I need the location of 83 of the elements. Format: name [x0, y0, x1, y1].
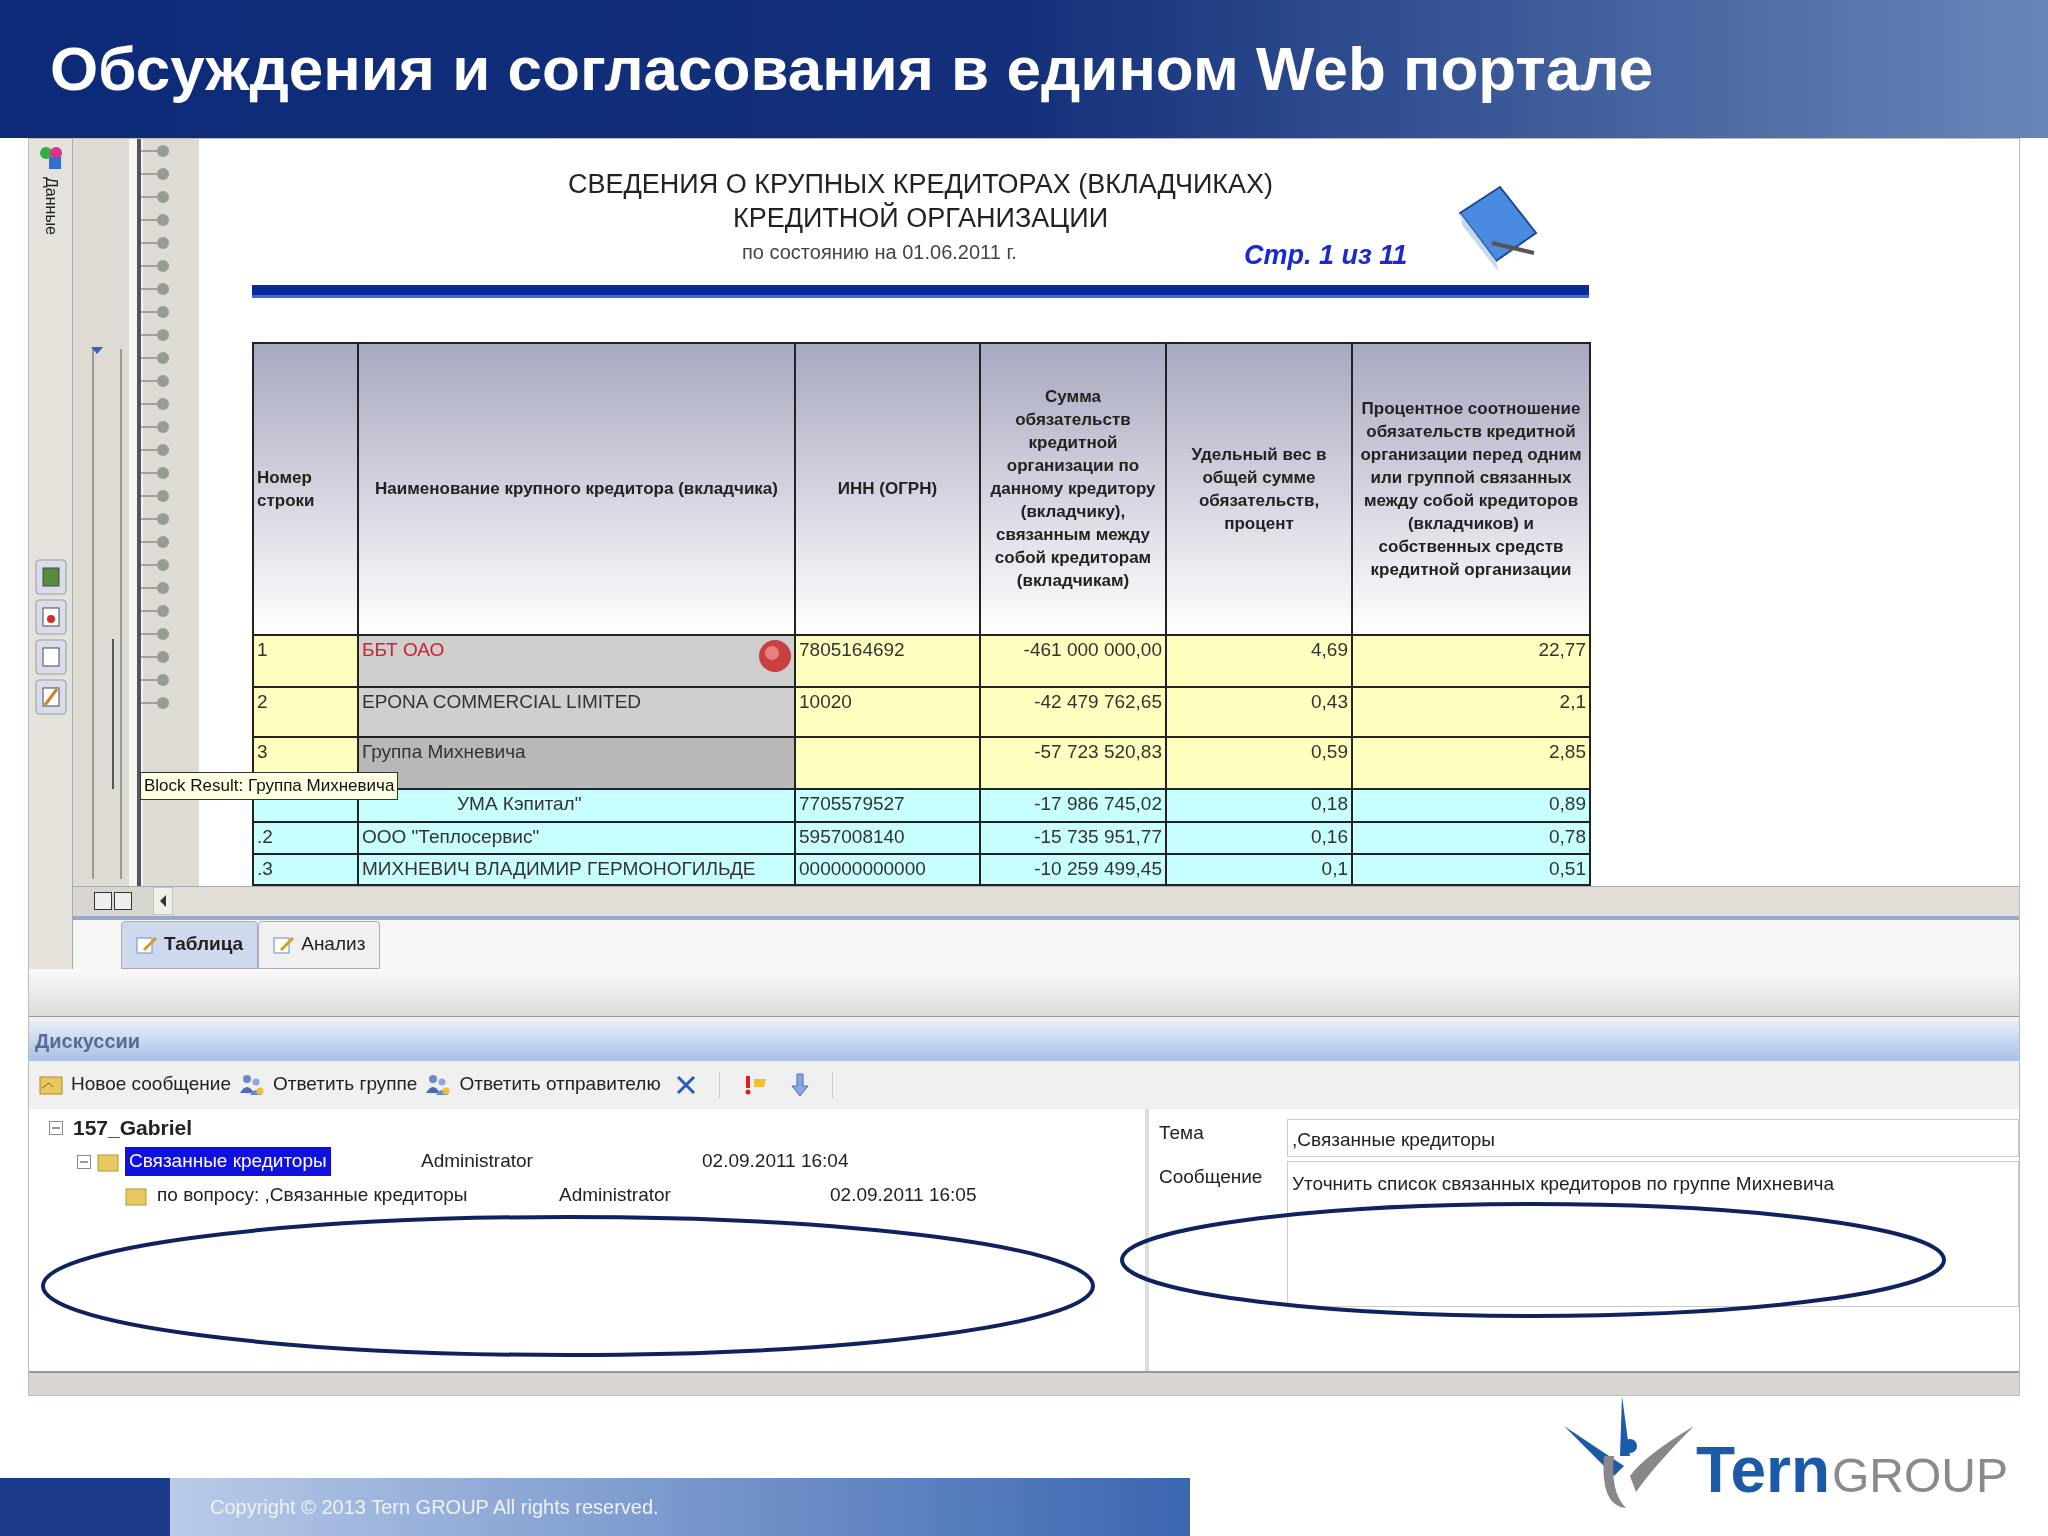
page-number: Стр. 1 из 11 [1244, 238, 1408, 272]
table-cell: 0,51 [1353, 854, 1591, 886]
table-cell: 22,77 [1353, 635, 1591, 688]
table-cell: .3 [254, 854, 359, 886]
message-field[interactable]: Уточнить список связанных кредиторов по группе Михневича [1287, 1160, 2019, 1307]
copyright-text: Copyright © 2013 Tern GROUP All rights reserved. [210, 1495, 659, 1520]
horizontal-scrollbar[interactable] [153, 886, 2019, 916]
folder-icon [125, 1185, 147, 1206]
table-cell: 0,89 [1353, 789, 1591, 823]
column-header: Сумма обязательств кредитной организации по данному кредитору (вкладчику), связанным между собой кредиторам (вкладчикам) [981, 343, 1167, 636]
table-cell: ООО "Теплосервис" [359, 822, 796, 855]
toolbar-button[interactable]: Новое сообщение [39, 1070, 231, 1099]
table-cell: 2,85 [1353, 737, 1591, 790]
arrow-down-icon[interactable] [789, 1071, 810, 1098]
envelope-icon [39, 1073, 63, 1096]
author-text: Administrator [559, 1183, 672, 1208]
collapse-icon[interactable] [49, 1120, 63, 1135]
split-button[interactable] [114, 892, 132, 911]
column-header: Номер строки [254, 343, 359, 636]
edit-icon [273, 934, 296, 955]
table-cell: 0,1 [1167, 854, 1353, 886]
edit-icon[interactable] [34, 678, 67, 715]
logo-name: Tern [1696, 1438, 1830, 1502]
table-cell: 5957008140 [796, 822, 981, 855]
folder-icon [97, 1151, 119, 1172]
table-cell: 2,1 [1353, 687, 1591, 738]
field-label: Тема [1159, 1120, 1205, 1145]
table-cell: 0,59 [1167, 737, 1353, 790]
logo-suffix: GROUP [1832, 1452, 2008, 1500]
table-cell: 0,43 [1167, 687, 1353, 738]
table-cell: -17 986 745,02 [981, 789, 1167, 823]
column-header: Наименование крупного кредитора (вкладчика) [359, 343, 796, 636]
close-icon[interactable] [674, 1073, 697, 1096]
table-cell: 4,69 [1167, 635, 1353, 688]
report-title: СВЕДЕНИЯ О КРУПНЫХ КРЕДИТОРАХ (ВКЛАДЧИКАХ) [567, 167, 1274, 201]
table-cell: -42 479 762,65 [981, 687, 1167, 738]
document-icon[interactable] [34, 598, 67, 635]
table-cell: 1 [254, 635, 359, 688]
thread-title[interactable]: Связанные кредиторы [125, 1147, 331, 1176]
table-cell: 000000000000 [796, 854, 981, 886]
table-cell: ББТ ОАО [359, 635, 796, 688]
thread-title[interactable]: по вопросу: ,Связанные кредиторы [153, 1181, 472, 1210]
table-cell: 7705579527 [796, 789, 981, 823]
table-cell: МИХНЕВИЧ ВЛАДИМИР ГЕРМОНОГИЛЬДЕ [359, 854, 796, 886]
column-header: ИНН (ОГРН) [796, 343, 981, 636]
column-header: Удельный вес в общей сумме обязательств, процент [1167, 343, 1353, 636]
date-text: 02.09.2011 16:05 [830, 1183, 977, 1208]
panel-title: Дискуссии [35, 1028, 141, 1054]
side-tab[interactable]: Данные [38, 176, 63, 235]
edit-icon [136, 934, 158, 955]
thread-title[interactable]: 157_Gabriel [69, 1111, 197, 1144]
table-cell: -15 735 951,77 [981, 822, 1167, 855]
people-icon [425, 1072, 452, 1097]
table-cell: EPONA COMMERCIAL LIMITED [359, 687, 796, 738]
tab[interactable]: Таблица [121, 920, 259, 969]
tab[interactable]: Анализ [258, 920, 381, 969]
window-icon[interactable] [34, 638, 67, 675]
field-label: Сообщение [1159, 1164, 1264, 1189]
scroll-left-icon[interactable] [153, 887, 173, 916]
tooltip: Block Result: Группа Михневича [140, 772, 399, 800]
table-cell: -461 000 000,00 [981, 635, 1167, 688]
report-date: по состоянию на 01.06.2011 г. [742, 239, 1017, 265]
table-cell: 10020 [796, 687, 981, 738]
table-cell: 0,18 [1167, 789, 1353, 823]
author-text: Administrator [421, 1149, 534, 1174]
toolbar-button[interactable]: Ответить отправителю [425, 1070, 661, 1099]
date-text: 02.09.2011 16:04 [702, 1149, 849, 1174]
table-cell: .2 [254, 822, 359, 855]
report-title: КРЕДИТНОЙ ОРГАНИЗАЦИИ [732, 201, 1109, 235]
subject-field[interactable]: ,Связанные кредиторы [1287, 1118, 2019, 1157]
marker-icon [758, 638, 792, 673]
split-button[interactable] [94, 892, 112, 911]
people-icon [239, 1072, 265, 1097]
toolbar-button[interactable]: Ответить группе [239, 1070, 418, 1099]
table-cell: 2 [254, 687, 359, 738]
table-cell: -57 723 520,83 [981, 737, 1167, 790]
collapse-icon[interactable] [77, 1154, 91, 1169]
table-cell: 0,16 [1167, 822, 1353, 855]
table-cell: 0,78 [1353, 822, 1591, 855]
table-cell: -10 259 499,45 [981, 854, 1167, 886]
slide-title: Обсуждения и согласования в едином Web портале [50, 33, 1654, 106]
column-header: Процентное соотношение обязательств кредитной организации перед одним или группой связанных между собой кредиторов (вкладчиков) и собственных средств кредитной организации [1353, 343, 1591, 636]
table-cell: 7805164692 [796, 635, 981, 688]
